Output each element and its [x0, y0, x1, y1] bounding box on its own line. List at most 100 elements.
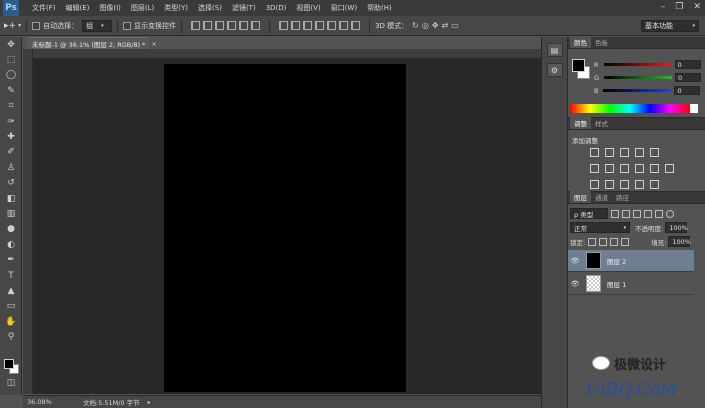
- blur-tool-icon[interactable]: ●: [0, 222, 22, 237]
- hue-saturation-icon[interactable]: [590, 164, 599, 173]
- align-top-icon[interactable]: [191, 21, 201, 30]
- vertical-ruler[interactable]: [23, 49, 33, 394]
- filter-adjustment-icon[interactable]: [622, 209, 630, 218]
- auto-select-checkbox[interactable]: [32, 21, 41, 30]
- red-value-input[interactable]: 0: [674, 60, 701, 69]
- layer-row-layer-1[interactable]: 👁 图层 1: [568, 273, 694, 295]
- tab-channels[interactable]: 通道: [591, 191, 612, 203]
- fill-input[interactable]: 100%: [668, 236, 691, 247]
- eyedropper-tool-icon[interactable]: ✑: [0, 114, 22, 129]
- exposure-icon[interactable]: [635, 148, 644, 157]
- history-brush-tool-icon[interactable]: ↺: [0, 176, 22, 191]
- quick-mask-icon[interactable]: ◫: [0, 375, 22, 390]
- 3d-pan-icon[interactable]: ✥: [432, 21, 439, 30]
- healing-brush-tool-icon[interactable]: ✚: [0, 129, 22, 144]
- photo-filter-icon[interactable]: [635, 164, 644, 173]
- lock-image-icon[interactable]: [599, 237, 608, 246]
- lock-all-icon[interactable]: [621, 237, 630, 246]
- brightness-contrast-icon[interactable]: [590, 148, 599, 157]
- selective-color-icon[interactable]: [650, 180, 659, 189]
- filter-type-icon[interactable]: [633, 209, 641, 218]
- filter-smart-object-icon[interactable]: [655, 209, 663, 218]
- gradient-tool-icon[interactable]: ▥: [0, 206, 22, 221]
- distribute-left-icon[interactable]: [315, 21, 325, 30]
- workspace-select[interactable]: 基本功能 ▾: [641, 20, 699, 32]
- threshold-icon[interactable]: [620, 180, 629, 189]
- align-hcenter-icon[interactable]: [239, 21, 249, 30]
- close-icon[interactable]: ×: [151, 40, 156, 48]
- restore-icon[interactable]: ❐: [675, 2, 683, 12]
- type-tool-icon[interactable]: T: [0, 268, 22, 283]
- menu-3d[interactable]: 3D(D): [261, 4, 292, 12]
- green-slider-track[interactable]: [604, 76, 673, 79]
- red-slider-track[interactable]: [603, 63, 672, 66]
- menu-filter[interactable]: 滤镜(T): [227, 3, 261, 13]
- tab-swatches[interactable]: 色板: [591, 36, 612, 48]
- history-panel-icon[interactable]: ▤: [546, 43, 563, 57]
- lock-transparent-icon[interactable]: [588, 237, 597, 246]
- blend-mode-select[interactable]: 正常 ▾: [570, 222, 630, 233]
- distribute-right-icon[interactable]: [339, 21, 349, 30]
- menu-layer[interactable]: 图层(L): [126, 3, 159, 13]
- crop-tool-icon[interactable]: ⌗: [0, 99, 22, 114]
- color-spectrum[interactable]: [570, 104, 690, 113]
- align-left-icon[interactable]: [227, 21, 237, 30]
- auto-select-target-select[interactable]: 组 ▾: [82, 19, 113, 32]
- zoom-tool-icon[interactable]: ⚲: [0, 329, 22, 344]
- auto-align-icon[interactable]: [351, 21, 361, 30]
- filter-shape-icon[interactable]: [644, 209, 652, 218]
- gradient-map-icon[interactable]: [635, 180, 644, 189]
- tab-adjustments[interactable]: 调整: [570, 117, 591, 129]
- zoom-level[interactable]: 36.08%: [23, 398, 53, 406]
- menu-help[interactable]: 帮助(H): [362, 3, 397, 13]
- tool-preset-dropdown-icon[interactable]: ▾: [18, 22, 21, 29]
- menu-view[interactable]: 视图(V): [291, 3, 325, 13]
- menu-type[interactable]: 类型(Y): [159, 3, 193, 13]
- document-tab[interactable]: 未标题-1 @ 36.1% (图层 2, RGB/8) * ×: [27, 37, 157, 49]
- filter-toggle-icon[interactable]: [666, 209, 674, 218]
- horizontal-ruler[interactable]: [23, 49, 541, 59]
- quick-select-tool-icon[interactable]: ✎: [0, 83, 22, 98]
- green-value-input[interactable]: 0: [675, 73, 702, 82]
- path-select-tool-icon[interactable]: ▲: [0, 283, 22, 298]
- minimize-icon[interactable]: –: [661, 2, 666, 12]
- move-tool-icon[interactable]: ✥: [0, 37, 22, 52]
- 3d-scale-icon[interactable]: ▭: [451, 21, 459, 30]
- close-icon[interactable]: ✕: [693, 2, 701, 12]
- 3d-roll-icon[interactable]: ◎: [422, 21, 429, 30]
- tab-layers[interactable]: 图层: [570, 191, 591, 203]
- tab-paths[interactable]: 路径: [612, 191, 633, 203]
- align-right-icon[interactable]: [251, 21, 261, 30]
- layer-filter-kind-select[interactable]: ρ 类型: [570, 208, 608, 219]
- color-lookup-icon[interactable]: [665, 164, 674, 173]
- levels-icon[interactable]: [605, 148, 614, 157]
- clone-stamp-tool-icon[interactable]: ♙: [0, 160, 22, 175]
- show-transform-checkbox[interactable]: [123, 21, 132, 30]
- black-white-icon[interactable]: [620, 164, 629, 173]
- lock-position-icon[interactable]: [610, 237, 619, 246]
- eye-icon[interactable]: 👁: [568, 257, 582, 265]
- channel-mixer-icon[interactable]: [650, 164, 659, 173]
- brush-tool-icon[interactable]: ✐: [0, 145, 22, 160]
- tab-styles[interactable]: 样式: [591, 117, 612, 129]
- blue-value-input[interactable]: 0: [674, 86, 701, 95]
- lasso-tool-icon[interactable]: ◯: [0, 68, 22, 83]
- align-bottom-icon[interactable]: [215, 21, 225, 30]
- color-balance-icon[interactable]: [605, 164, 614, 173]
- menu-image[interactable]: 图像(I): [94, 3, 126, 13]
- curves-icon[interactable]: [620, 148, 629, 157]
- dodge-tool-icon[interactable]: ◐: [0, 237, 22, 252]
- layer-row-layer-2[interactable]: 👁 图层 2: [568, 250, 694, 272]
- opacity-input[interactable]: 100%: [665, 222, 688, 233]
- foreground-color-swatch[interactable]: [572, 59, 585, 72]
- 3d-slide-icon[interactable]: ⇄: [442, 21, 449, 30]
- eraser-tool-icon[interactable]: ◧: [0, 191, 22, 206]
- invert-icon[interactable]: [590, 180, 599, 189]
- blue-slider-track[interactable]: [603, 89, 672, 92]
- distribute-hcenter-icon[interactable]: [327, 21, 337, 30]
- pen-tool-icon[interactable]: ✒: [0, 252, 22, 267]
- hand-tool-icon[interactable]: ✋: [0, 314, 22, 329]
- posterize-icon[interactable]: [605, 180, 614, 189]
- menu-file[interactable]: 文件(F): [27, 3, 61, 13]
- foreground-color-swatch[interactable]: [4, 359, 14, 369]
